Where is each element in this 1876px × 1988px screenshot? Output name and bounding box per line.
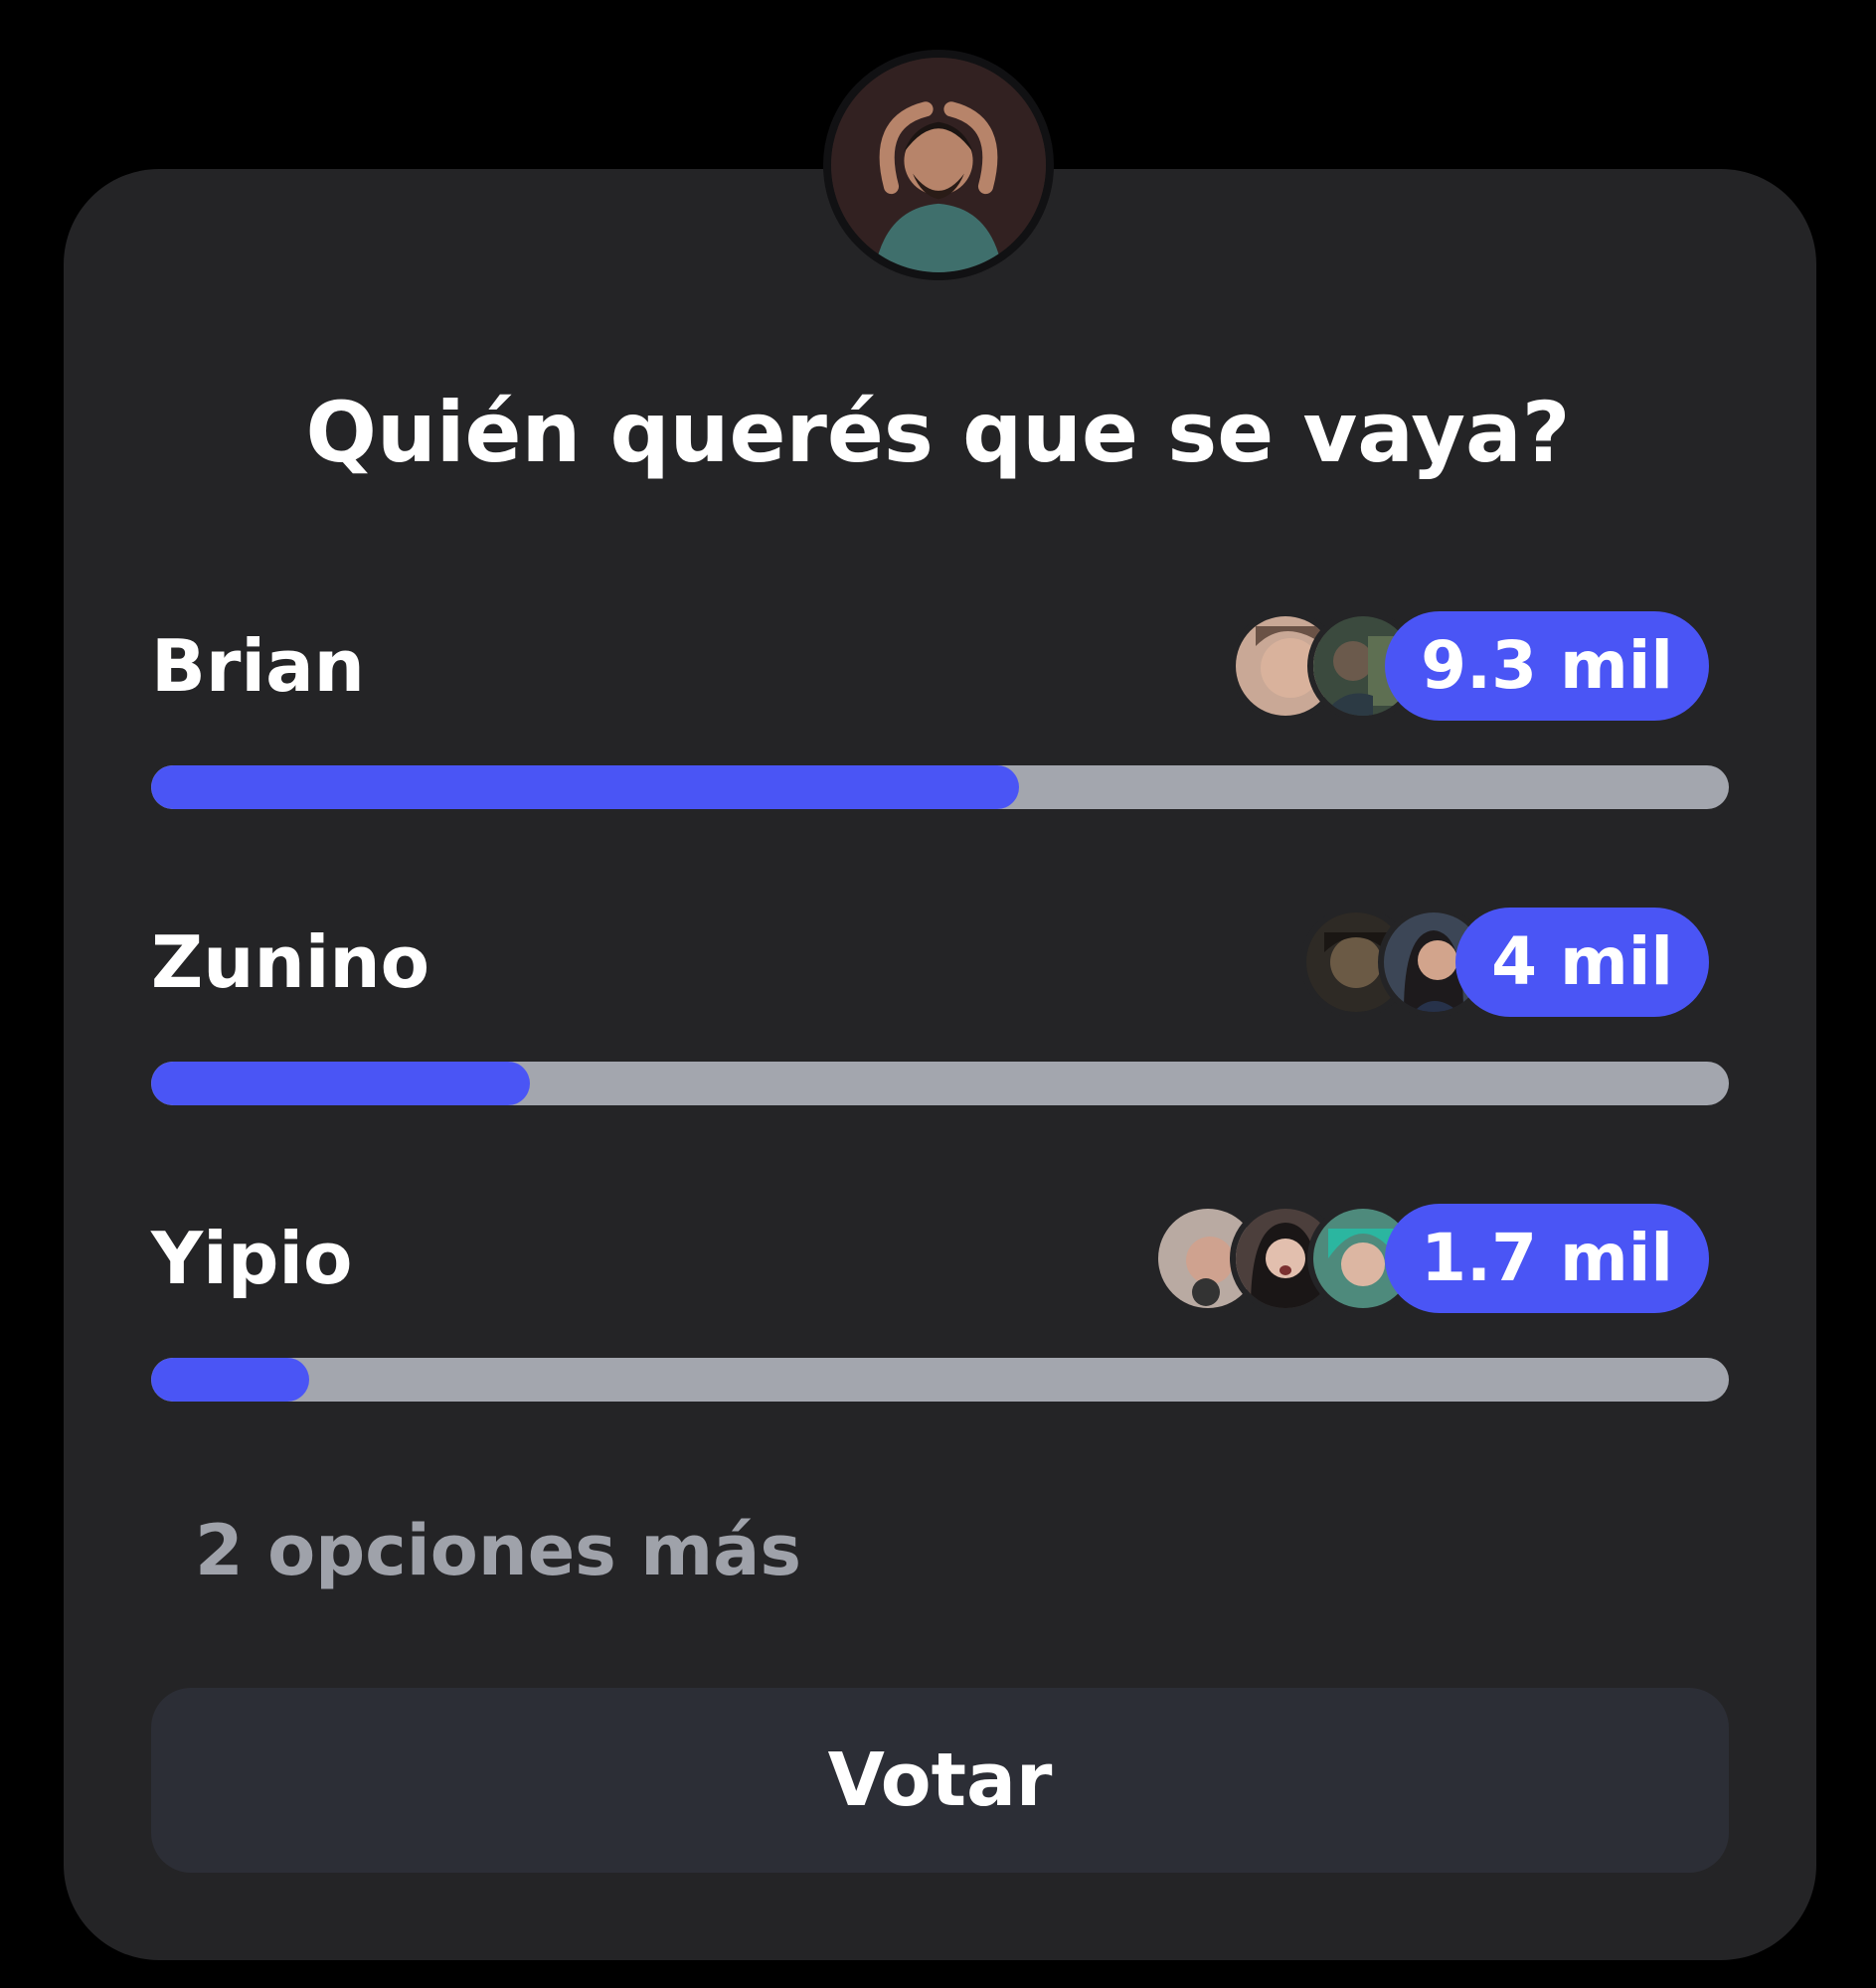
- voters-group: 1.7 mil: [1152, 1199, 1709, 1318]
- progress-track: [151, 1358, 1729, 1402]
- vote-count-badge: 4 mil: [1455, 908, 1709, 1017]
- vote-button[interactable]: Votar: [151, 1688, 1729, 1873]
- vote-count-badge: 1.7 mil: [1385, 1204, 1709, 1313]
- voters-group: 9.3 mil: [1230, 606, 1709, 726]
- voters-group: 4 mil: [1300, 903, 1709, 1022]
- option-label: Brian: [151, 624, 365, 708]
- option-label: Yipio: [151, 1217, 353, 1300]
- poll-option-yipio[interactable]: Yipio 1.7 mil: [151, 1199, 1729, 1408]
- creator-avatar[interactable]: [823, 50, 1054, 280]
- option-label: Zunino: [151, 920, 430, 1004]
- more-options-link[interactable]: 2 opciones más: [195, 1501, 801, 1600]
- progress-fill: [151, 765, 1019, 809]
- progress-fill: [151, 1062, 530, 1105]
- person-photo-icon: [831, 58, 1046, 272]
- progress-fill: [151, 1358, 309, 1402]
- progress-track: [151, 765, 1729, 809]
- poll-option-zunino[interactable]: Zunino 4 mil: [151, 903, 1729, 1111]
- progress-track: [151, 1062, 1729, 1105]
- poll-option-brian[interactable]: Brian 9.3 mil: [151, 606, 1729, 815]
- vote-count-badge: 9.3 mil: [1385, 611, 1709, 721]
- poll-question: Quién querés que se vaya?: [305, 384, 1571, 481]
